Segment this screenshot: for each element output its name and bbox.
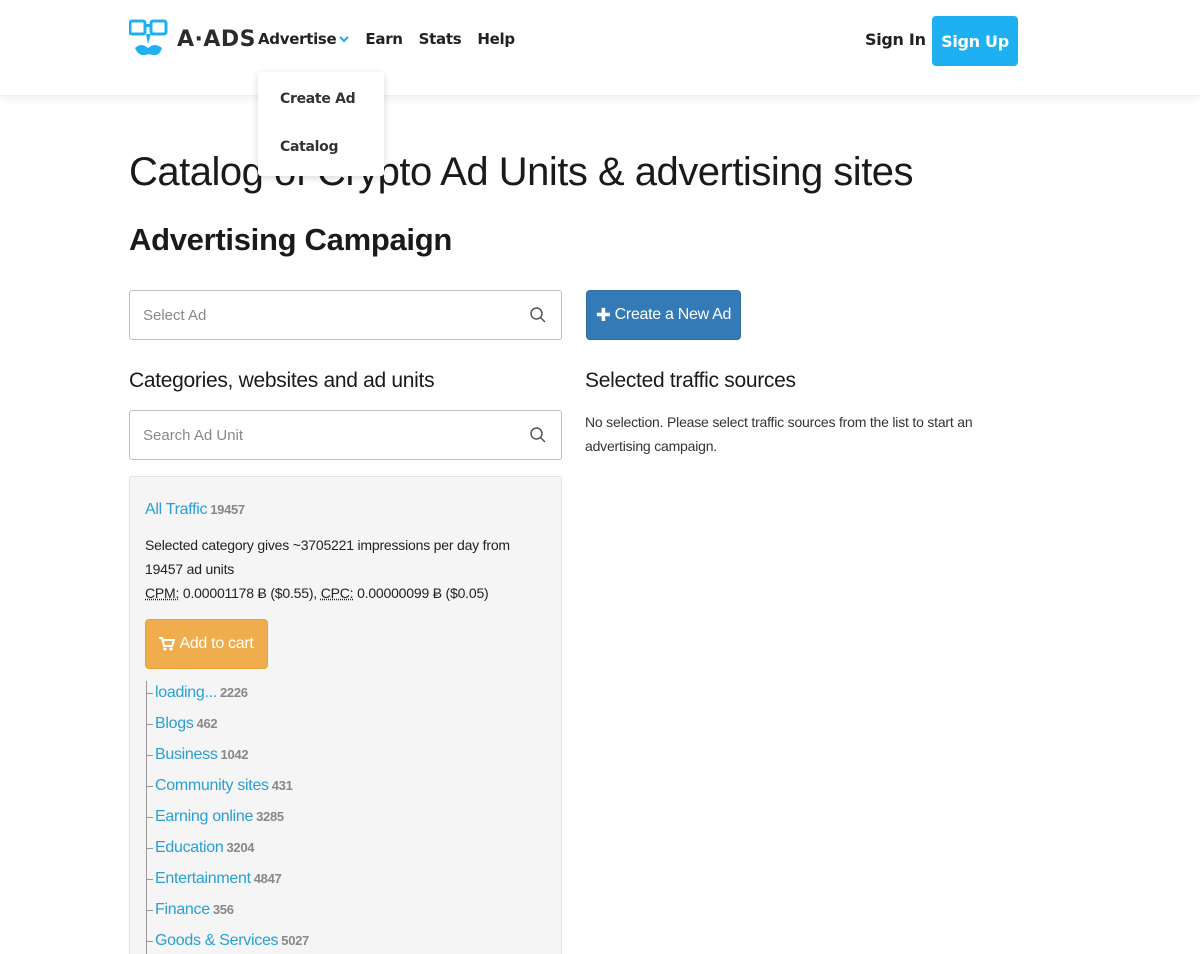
category-label: Entertainment [155,870,251,887]
list-item[interactable]: Goods & Services 5027 [147,929,446,954]
nav-help[interactable]: Help [477,30,515,48]
plus-icon: ✚ [595,304,611,325]
cpm-value: 0.00001178 Ƀ ($0.55), [182,585,317,601]
all-traffic-label: All Traffic [145,501,208,518]
category-label: Earning online [155,808,254,825]
campaign-heading: Advertising Campaign [129,222,452,257]
page-title: Catalog of Crypto Ad Units & advertising… [129,150,914,194]
logo-text: A·ADS [177,26,257,52]
nav-earn-label: Earn [365,30,403,48]
category-count: 1042 [220,747,249,762]
list-item[interactable]: loading... 2226 [147,681,446,712]
search-ad-unit-field[interactable] [129,410,562,460]
advertise-dropdown-menu: Create Ad Catalog [258,72,384,176]
category-label: Community sites [155,777,269,794]
list-item[interactable]: Entertainment 4847 [147,867,446,898]
category-count: 4847 [253,871,282,886]
chevron-down-icon [339,33,350,46]
list-item[interactable]: Community sites 431 [147,774,446,805]
category-count: 5027 [281,933,309,948]
category-label: loading... [155,684,217,701]
category-label: Finance [155,901,210,918]
category-label: Education [155,839,224,856]
categories-heading: Categories, websites and ad units [129,369,435,392]
nav-help-label: Help [477,30,515,48]
site-header: A·ADS Advertise Earn Stats Help Sign In … [0,0,1200,96]
sign-in-link[interactable]: Sign In [865,30,926,49]
category-count: 431 [271,778,293,793]
search-icon[interactable] [529,306,547,324]
pricing-line: CPM: 0.00001178 Ƀ ($0.55), CPC: 0.000000… [145,581,545,605]
add-to-cart-button[interactable]: Add to cart [145,619,268,669]
cpc-value: 0.00000099 Ƀ ($0.05) [357,585,489,601]
list-item[interactable]: Business 1042 [147,743,446,774]
category-label: Goods & Services [155,932,279,949]
category-count: 3204 [226,840,255,855]
cpm-label: CPM: [145,585,180,601]
nav-stats-label: Stats [418,30,462,48]
dropdown-item-create-ad[interactable]: Create Ad [280,91,356,107]
list-item[interactable]: Education 3204 [147,836,446,867]
nav-advertise-label: Advertise [258,30,337,48]
select-ad-input[interactable] [143,304,513,326]
category-tree: loading... 2226 Blogs 462 Business 1042 Com… [146,681,446,954]
categories-panel: All Traffic 19457 Selected category gives… [129,476,562,954]
category-label: Blogs [155,715,194,732]
create-new-ad-label: Create a New Ad [614,306,732,323]
search-icon[interactable] [529,426,547,444]
traffic-sources-heading: Selected traffic sources [585,369,796,392]
sign-up-button[interactable]: Sign Up [932,16,1018,66]
impressions-text: Selected category gives ~3705221 impress… [145,537,510,577]
category-count: 2226 [219,685,248,700]
create-new-ad-button[interactable]: ✚ Create a New Ad [586,290,741,340]
add-to-cart-label: Add to cart [179,635,254,652]
category-count: 462 [196,716,218,731]
no-selection-text: No selection. Please select traffic sour… [585,414,973,454]
category-label: Business [155,746,218,763]
category-info: Selected category gives ~3705221 impress… [145,533,545,605]
category-count: 356 [212,902,234,917]
nav-earn[interactable]: Earn [365,30,403,48]
main-nav: Advertise Earn Stats Help [258,30,531,48]
cart-icon [159,637,176,651]
dropdown-item-catalog[interactable]: Catalog [280,139,339,155]
mascot-logo-icon [129,19,168,56]
list-item[interactable]: Finance 356 [147,898,446,929]
select-ad-field[interactable] [129,290,562,340]
nav-stats[interactable]: Stats [419,30,462,48]
all-traffic-link[interactable]: All Traffic 19457 [145,501,245,519]
cpc-label: CPC: [320,585,354,601]
logo[interactable]: A·ADS [129,18,256,60]
search-ad-unit-input[interactable] [143,424,513,446]
list-item[interactable]: Blogs 462 [147,712,446,743]
category-count: 3285 [256,809,284,824]
all-traffic-count: 19457 [210,502,245,517]
list-item[interactable]: Earning online 3285 [147,805,446,836]
nav-advertise[interactable]: Advertise [258,30,350,48]
